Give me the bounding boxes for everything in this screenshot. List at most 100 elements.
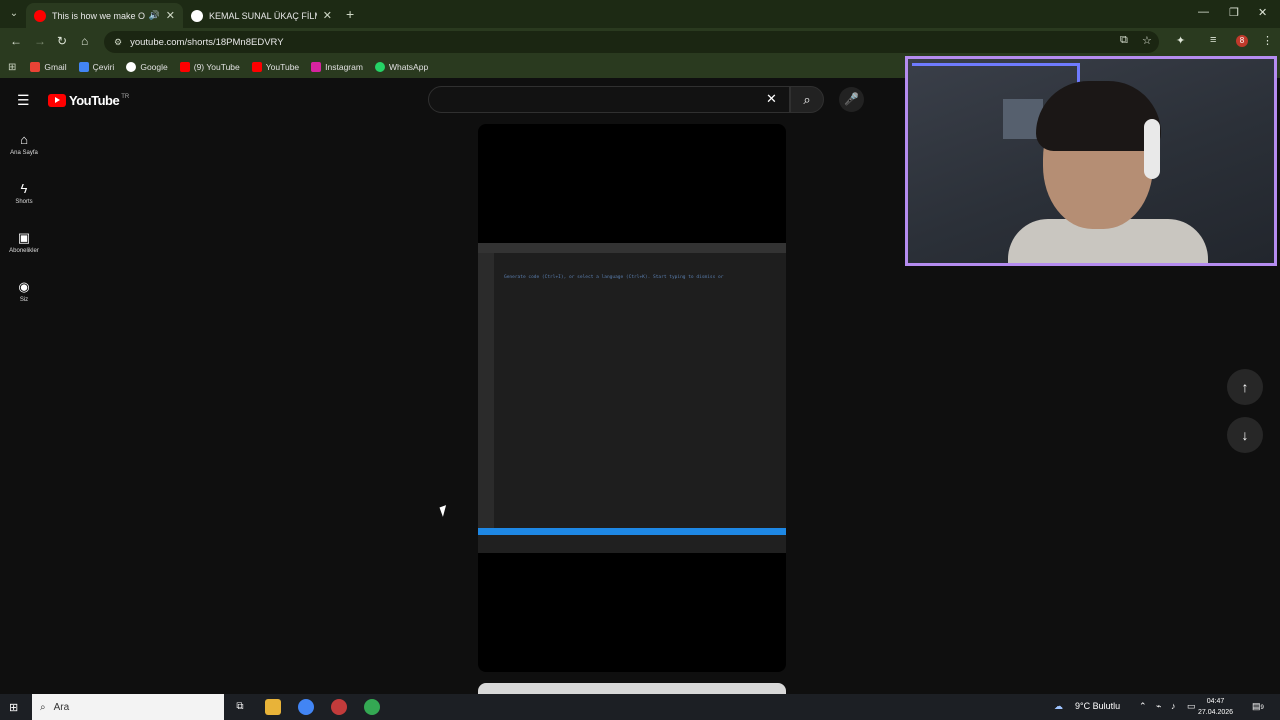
gmail-icon: [30, 62, 41, 72]
bookmark-label: Google: [140, 62, 168, 72]
editor-menubar: [478, 243, 786, 253]
network-icon[interactable]: ⌁: [1156, 701, 1161, 712]
display-icon[interactable]: ▭: [1187, 701, 1196, 712]
bookmark-whatsapp[interactable]: WhatsApp: [374, 62, 429, 72]
new-tab-button[interactable]: +: [346, 6, 354, 22]
video-screen-recording: Generate code (Ctrl+I), or select a lang…: [478, 243, 786, 553]
shorts-icon: ϟ: [20, 181, 28, 196]
bookmark-label: YouTube: [265, 62, 300, 72]
browser-tab-strip: ⌄ This is how we make Orde... 🔊 ✕ KEMAL …: [0, 0, 1280, 28]
obs-icon[interactable]: [331, 699, 347, 715]
translate-icon: [78, 62, 89, 72]
chrome-icon[interactable]: [298, 699, 314, 715]
arrow-up-icon: ↑: [1241, 379, 1249, 395]
youtube-logo[interactable]: YouTube TR: [48, 93, 129, 108]
bookmark-youtube[interactable]: YouTube: [251, 62, 300, 72]
home-icon: ⌂: [20, 132, 28, 147]
search-input[interactable]: [428, 86, 790, 113]
youtube-play-icon: [48, 94, 66, 107]
notifications-icon[interactable]: ▤9: [1252, 701, 1264, 712]
bookmark-label: Çeviri: [92, 62, 115, 72]
tab-youtube-short[interactable]: This is how we make Orde... 🔊 ✕: [26, 3, 183, 28]
windows-taskbar: ⊞ ⌕ Ara ⧉ ☁ 9°C Bulutlu ⌃ ⌁ ♪ ▭ 04:47 27…: [0, 694, 1280, 720]
search-button[interactable]: ⌕: [790, 86, 824, 113]
screen: ⌄ This is how we make Orde... 🔊 ✕ KEMAL …: [0, 0, 1280, 720]
next-short-preview[interactable]: [478, 683, 786, 694]
profile-avatar[interactable]: 8: [1236, 35, 1248, 47]
bookmark-gmail[interactable]: Gmail: [30, 62, 67, 72]
bookmark-instagram[interactable]: Instagram: [311, 62, 363, 72]
weather-text[interactable]: 9°C Bulutlu: [1075, 701, 1120, 711]
task-view-icon[interactable]: ⧉: [232, 699, 248, 715]
close-tab-icon[interactable]: ✕: [166, 9, 175, 22]
clock-date: 27.04.2026: [1198, 709, 1234, 716]
bookmark-label: Gmail: [44, 62, 67, 72]
windows-start-icon[interactable]: ⊞: [9, 701, 18, 714]
extensions-icon[interactable]: ✦: [1176, 34, 1185, 47]
search-icon: ⌕: [40, 701, 46, 713]
minimize-button[interactable]: —: [1198, 6, 1209, 18]
clear-search-icon[interactable]: ✕: [766, 91, 777, 107]
home-button[interactable]: ⌂: [81, 34, 88, 48]
google-icon: [191, 9, 203, 22]
bookmark-google[interactable]: Google: [126, 62, 168, 72]
speaker-icon[interactable]: 🔊: [149, 10, 160, 21]
nav-you[interactable]: ◉ Siz: [0, 279, 48, 303]
chrome-active-icon[interactable]: [364, 699, 380, 715]
bookmark-ceviri[interactable]: Çeviri: [78, 62, 115, 72]
youtube-icon: [179, 62, 190, 72]
browser-toolbar: ← → ↻ ⌂ ⚙ youtube.com/shorts/18PMn8EDVRY…: [0, 28, 1280, 56]
editor-hint-text: Generate code (Ctrl+I), or select a lang…: [504, 275, 724, 280]
headphones: [1144, 119, 1160, 179]
url-text: youtube.com/shorts/18PMn8EDVRY: [130, 36, 284, 48]
nav-label: Shorts: [15, 199, 33, 205]
region-code: TR: [121, 93, 130, 100]
close-window-button[interactable]: ✕: [1258, 6, 1267, 19]
search-placeholder: Ara: [53, 701, 70, 713]
tab-title: KEMAL SUNAL ÜKAÇ FİLMDE Ö...: [209, 10, 317, 21]
previous-video-button[interactable]: ↑: [1227, 369, 1263, 405]
install-icon[interactable]: ⧉: [1120, 34, 1128, 47]
tab-search-icon[interactable]: ⌄: [6, 6, 22, 22]
subscriptions-icon: ▣: [17, 230, 31, 245]
arrow-down-icon: ↓: [1241, 427, 1249, 443]
microphone-icon: 🎤: [844, 92, 859, 106]
voice-search-button[interactable]: 🎤: [839, 87, 864, 112]
menu-kebab-icon[interactable]: ⋮: [1262, 34, 1273, 47]
bookmark-youtube-9[interactable]: (9) YouTube: [179, 62, 240, 72]
video-taskbar: [478, 535, 786, 553]
bookmark-star-icon[interactable]: ☆: [1142, 34, 1152, 47]
back-button[interactable]: ←: [10, 34, 22, 48]
file-explorer-icon[interactable]: [265, 699, 281, 715]
site-info-icon[interactable]: ⚙: [114, 37, 122, 48]
nav-shorts[interactable]: ϟ Shorts: [0, 181, 48, 205]
forward-button[interactable]: →: [34, 34, 46, 48]
webcam-overlay: [905, 56, 1277, 266]
logo-text: YouTube: [69, 93, 120, 108]
address-bar[interactable]: ⚙ youtube.com/shorts/18PMn8EDVRY: [104, 31, 1159, 53]
nav-home[interactable]: ⌂ Ana Sayfa: [0, 132, 48, 156]
taskbar-search-input[interactable]: ⌕ Ara: [32, 694, 224, 720]
bookmark-label: Instagram: [325, 62, 363, 72]
taskbar-clock[interactable]: 04:47 27.04.2026: [1198, 696, 1233, 718]
weather-icon: ☁: [1054, 701, 1063, 711]
bookmark-label: (9) YouTube: [193, 62, 240, 72]
reload-button[interactable]: ↻: [57, 34, 67, 48]
youtube-icon: [251, 62, 262, 72]
nav-subscriptions[interactable]: ▣ Abonelikler: [0, 230, 48, 254]
media-control-icon[interactable]: ≡: [1210, 34, 1216, 46]
next-video-button[interactable]: ↓: [1227, 417, 1263, 453]
bookmark-label: WhatsApp: [388, 62, 429, 72]
chevron-up-icon[interactable]: ⌃: [1139, 701, 1147, 712]
tab-kemal-sunal[interactable]: KEMAL SUNAL ÜKAÇ FİLMDE Ö... ✕: [183, 3, 340, 28]
profile-initial: 8: [1239, 36, 1245, 45]
nav-label: Ana Sayfa: [10, 150, 38, 156]
youtube-icon: [34, 9, 46, 22]
google-icon: [126, 62, 137, 72]
volume-icon[interactable]: ♪: [1171, 701, 1176, 711]
restore-button[interactable]: ❐: [1229, 6, 1239, 19]
apps-grid-icon[interactable]: ⊞: [8, 62, 16, 73]
shorts-video-player[interactable]: Generate code (Ctrl+I), or select a lang…: [478, 124, 786, 672]
hamburger-menu-icon[interactable]: ☰: [17, 92, 30, 109]
close-tab-icon[interactable]: ✕: [323, 9, 332, 22]
